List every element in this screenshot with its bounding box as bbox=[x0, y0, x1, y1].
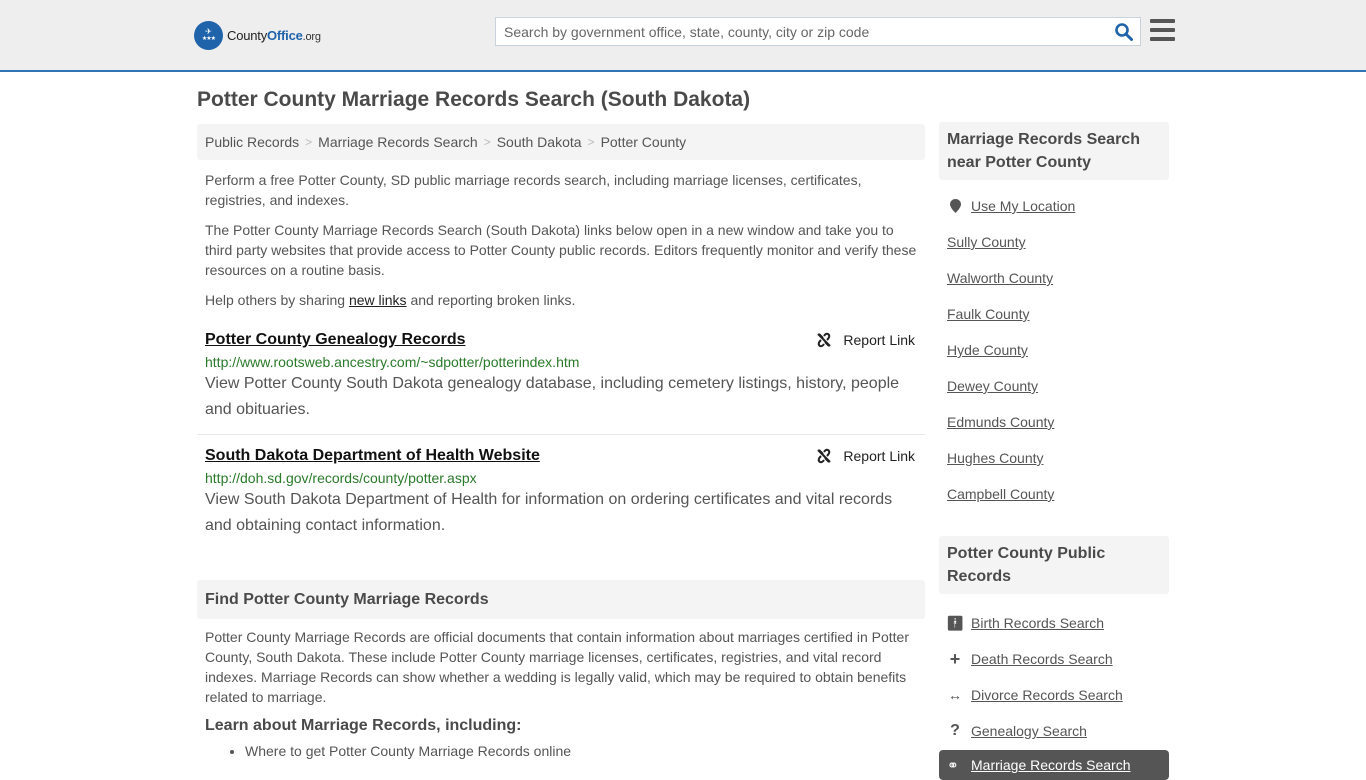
breadcrumb-public-records[interactable]: Public Records bbox=[205, 134, 299, 150]
new-links-link[interactable]: new links bbox=[349, 292, 407, 308]
sidebar-nearby: Marriage Records Search near Potter Coun… bbox=[939, 122, 1169, 512]
public-records-item: ↔ Divorce Records Search bbox=[939, 677, 1169, 713]
use-my-location-link[interactable]: Use My Location bbox=[971, 198, 1075, 214]
search-icon[interactable] bbox=[1114, 22, 1134, 42]
map-marker-icon bbox=[947, 199, 963, 213]
nearby-county-item: Hyde County bbox=[939, 332, 1169, 368]
intro-text: and reporting broken links. bbox=[406, 292, 576, 308]
breadcrumb-south-dakota[interactable]: South Dakota bbox=[497, 134, 582, 150]
resource-link-title[interactable]: Potter County Genealogy Records bbox=[205, 329, 466, 351]
logo-text-county: County bbox=[227, 27, 267, 43]
search-input[interactable] bbox=[496, 18, 1096, 45]
nearby-county-link[interactable]: Edmunds County bbox=[947, 414, 1054, 430]
nearby-county-link[interactable]: Hyde County bbox=[947, 342, 1028, 358]
nearby-county-link[interactable]: Sully County bbox=[947, 234, 1026, 250]
nearby-county-list: Use My Location Sully County Walworth Co… bbox=[939, 188, 1169, 512]
nearby-county-item: Edmunds County bbox=[939, 404, 1169, 440]
resource-link-url: http://www.rootsweb.ancestry.com/~sdpott… bbox=[205, 354, 580, 370]
divorce-records-link[interactable]: Divorce Records Search bbox=[971, 687, 1123, 703]
top-header: ✈ ★★★ CountyOffice.org bbox=[0, 0, 1366, 72]
breadcrumb-separator-icon: > bbox=[305, 135, 313, 149]
learn-about-heading: Learn about Marriage Records, including: bbox=[205, 717, 522, 734]
intro: Perform a free Potter County, SD public … bbox=[197, 170, 925, 310]
resource-link-description: View Potter County South Dakota genealog… bbox=[205, 375, 900, 418]
logo-text-office: Office bbox=[267, 27, 303, 43]
nearby-county-item: Hughes County bbox=[939, 440, 1169, 476]
nearby-county-item: Faulk County bbox=[939, 296, 1169, 332]
nearby-county-link[interactable]: Faulk County bbox=[947, 306, 1029, 322]
breadcrumb: Public Records > Marriage Records Search… bbox=[197, 124, 925, 160]
public-records-item: ? Genealogy Search bbox=[939, 713, 1169, 749]
find-records-heading: Find Potter County Marriage Records bbox=[197, 580, 925, 619]
breadcrumb-marriage-records[interactable]: Marriage Records Search bbox=[318, 134, 478, 150]
nearby-county-link[interactable]: Hughes County bbox=[947, 450, 1044, 466]
use-my-location-item: Use My Location bbox=[939, 188, 1169, 224]
breadcrumb-potter-county[interactable]: Potter County bbox=[601, 134, 687, 150]
public-records-item: 🚹︎ Birth Records Search bbox=[939, 605, 1169, 641]
public-records-list: 🚹︎ Birth Records Search + Death Records … bbox=[939, 605, 1169, 749]
resource-link-url: http://doh.sd.gov/records/county/potter.… bbox=[205, 470, 477, 486]
report-link-button[interactable]: Report Link bbox=[815, 331, 915, 349]
broken-link-icon bbox=[817, 448, 832, 464]
sidebar-public-records: Potter County Public Records bbox=[939, 536, 1169, 594]
sidebar-nearby-heading: Marriage Records Search near Potter Coun… bbox=[939, 122, 1169, 180]
resource-link-title[interactable]: South Dakota Department of Health Websit… bbox=[205, 445, 540, 467]
death-records-link[interactable]: Death Records Search bbox=[971, 651, 1113, 667]
resource-link-item: South Dakota Department of Health Websit… bbox=[197, 445, 925, 539]
arrows-horizontal-icon: ↔ bbox=[948, 687, 962, 703]
logo-text-org: .org bbox=[302, 30, 321, 43]
hamburger-menu-icon[interactable] bbox=[1150, 19, 1175, 41]
public-records-item: + Death Records Search bbox=[939, 641, 1169, 677]
plus-icon: + bbox=[949, 648, 961, 669]
broken-link-icon bbox=[817, 332, 832, 348]
learn-about-list: Where to get Potter County Marriage Reco… bbox=[197, 743, 925, 759]
report-link-label: Report Link bbox=[843, 332, 915, 348]
page-title: Potter County Marriage Records Search (S… bbox=[197, 88, 751, 111]
report-link-button[interactable]: Report Link bbox=[815, 447, 915, 465]
nearby-county-item: Sully County bbox=[939, 224, 1169, 260]
intro-paragraph-2: The Potter County Marriage Records Searc… bbox=[205, 222, 917, 278]
genealogy-search-link[interactable]: Genealogy Search bbox=[971, 723, 1087, 739]
nearby-county-link[interactable]: Walworth County bbox=[947, 270, 1053, 286]
marriage-records-link[interactable]: Marriage Records Search bbox=[971, 757, 1131, 773]
intro-paragraph-1: Perform a free Potter County, SD public … bbox=[205, 172, 862, 208]
sidebar-public-records-heading: Potter County Public Records bbox=[939, 536, 1169, 594]
resource-link-description: View South Dakota Department of Health f… bbox=[205, 491, 893, 534]
birth-records-link[interactable]: Birth Records Search bbox=[971, 615, 1104, 631]
intro-text: Help others by sharing bbox=[205, 292, 349, 308]
site-logo[interactable]: ✈ ★★★ CountyOffice.org bbox=[194, 20, 321, 50]
breadcrumb-separator-icon: > bbox=[587, 135, 595, 149]
question-icon: ? bbox=[950, 722, 960, 739]
find-records-paragraph: Potter County Marriage Records are offic… bbox=[205, 629, 909, 705]
nearby-county-link[interactable]: Dewey County bbox=[947, 378, 1038, 394]
eagle-logo-icon: ✈ ★★★ bbox=[194, 20, 223, 50]
report-link-label: Report Link bbox=[843, 448, 915, 464]
marriage-icon: ⚭ bbox=[947, 756, 959, 773]
logo-text: CountyOffice.org bbox=[227, 28, 321, 43]
child-icon: 🚹︎ bbox=[946, 614, 964, 631]
find-records-section: Find Potter County Marriage Records Pott… bbox=[197, 580, 925, 759]
public-records-item-active[interactable]: ⚭ Marriage Records Search bbox=[939, 750, 1169, 780]
nearby-county-item: Campbell County bbox=[939, 476, 1169, 512]
main-content: Public Records > Marriage Records Search… bbox=[197, 124, 925, 759]
resource-link-item: Potter County Genealogy Records Report L… bbox=[197, 329, 925, 435]
nearby-county-item: Walworth County bbox=[939, 260, 1169, 296]
nearby-county-link[interactable]: Campbell County bbox=[947, 486, 1054, 502]
search-box bbox=[495, 17, 1141, 46]
nearby-county-item: Dewey County bbox=[939, 368, 1169, 404]
learn-about-item: Where to get Potter County Marriage Reco… bbox=[245, 743, 925, 759]
breadcrumb-separator-icon: > bbox=[483, 135, 491, 149]
intro-paragraph-3: Help others by sharing new links and rep… bbox=[197, 290, 925, 310]
